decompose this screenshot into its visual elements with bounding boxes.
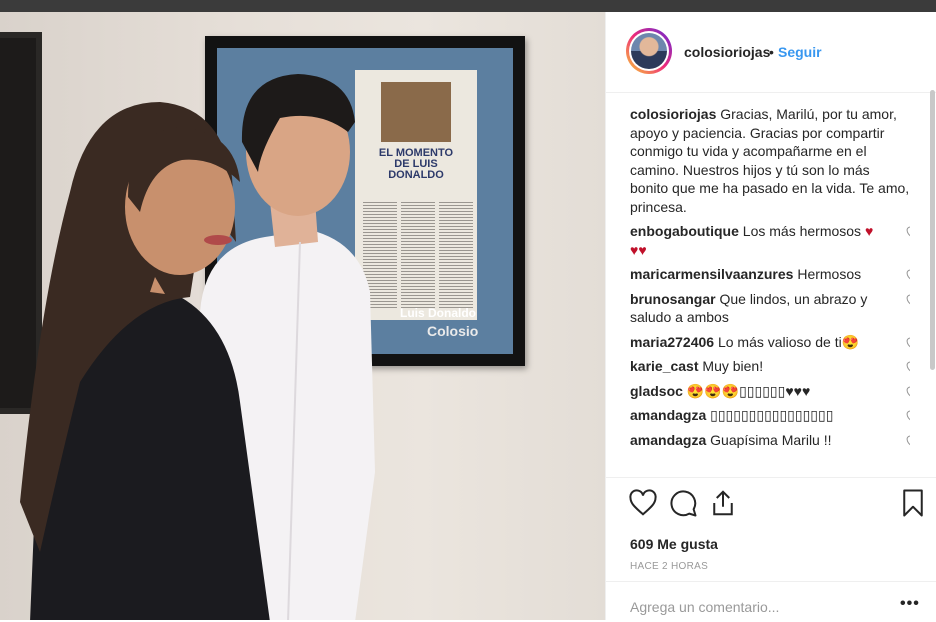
comment-username-link[interactable]: maricarmensilvaanzures [630,266,793,282]
comment-item: karie_cast Muy bien! [630,357,910,376]
comment-text: Guapísima Marilu !! [710,431,832,448]
comment-like-heart-icon[interactable] [906,269,910,283]
comment-like-heart-icon[interactable] [906,294,910,308]
comment-text: Muy bien! [702,358,764,374]
frame-sign-name: Luis Donaldo [400,306,476,320]
comments-list[interactable]: colosioriojas Gracias, Marilú, por tu am… [630,105,910,477]
comments-scrollbar[interactable] [930,90,935,370]
comment-item: maria272406 Lo más valioso de ti😍 [630,333,910,352]
more-options-icon[interactable]: ••• [900,595,920,613]
caption-text: Gracias, Marilú, por tu amor, apoyo y pa… [630,106,910,215]
comment-like-heart-icon[interactable] [906,337,910,351]
avatar-story-ring[interactable] [626,28,672,74]
avatar[interactable] [629,31,669,71]
post-photo[interactable]: EL MOMENTO DE LUIS DONALDO Luis Donaldo … [0,12,605,620]
comment-box: Agrega un comentario... ••• [606,581,936,622]
caption-username-link[interactable]: colosioriojas [630,106,716,122]
comment-item: gladsoc 😍😍😍▯▯▯▯▯▯♥♥♥ [630,382,910,401]
browser-top-bar [0,0,936,12]
post-side-panel: colosioriojas • Seguir colosioriojas Gra… [605,12,936,620]
comment-item: maricarmensilvaanzures Hermosos [630,265,910,284]
comment-like-heart-icon[interactable] [906,435,910,449]
comment-like-heart-icon[interactable] [906,226,910,240]
comment-username-link[interactable]: gladsoc [630,383,683,399]
comment-username-link[interactable]: karie_cast [630,358,699,374]
comment-item: amandagza ▯▯▯▯▯▯▯▯▯▯▯▯▯▯▯▯ [630,406,910,425]
comment-text: Hermosos [797,266,862,282]
post-header: colosioriojas • Seguir [606,12,936,93]
comment-item: enbogaboutique Los más hermosos ♥ ♥♥ [630,222,910,259]
caption: colosioriojas Gracias, Marilú, por tu am… [630,105,910,216]
header-separator: • [769,44,774,60]
bookmark-icon[interactable] [898,488,928,518]
post-actions: 609 Me gusta HACE 2 HORAS Agrega un come… [606,477,936,621]
heart-icon[interactable] [628,488,658,518]
comment-username-link[interactable]: maria272406 [630,334,714,350]
newspaper-column [439,200,473,310]
header-username-link[interactable]: colosioriojas [684,44,770,60]
comment-like-heart-icon[interactable] [906,361,910,375]
comment-username-link[interactable]: enbogaboutique [630,223,739,239]
frame-sign-surname: Colosio [427,323,479,339]
comment-item: amandagza Guapísima Marilu !! [630,431,910,450]
comment-username-link[interactable]: amandagza [630,432,706,448]
avatar-image [631,33,667,69]
comment-like-heart-icon[interactable] [906,386,910,400]
comment-text: ▯▯▯▯▯▯▯▯▯▯▯▯▯▯▯▯ [710,407,834,423]
post-timestamp[interactable]: HACE 2 HORAS [630,561,708,572]
comment-username-link[interactable]: amandagza [630,407,706,423]
woman-figure [20,102,270,620]
comment-text: Lo más valioso de ti😍 [717,333,860,350]
share-icon[interactable] [708,488,738,518]
comment-item: brunosangar Que lindos, un abrazo y salu… [630,290,910,327]
newspaper-column [401,200,435,310]
newspaper-photo [381,82,451,142]
comment-username-link[interactable]: brunosangar [630,291,716,307]
comment-text: 😍😍😍▯▯▯▯▯▯♥♥♥ [686,382,811,399]
comment-like-heart-icon[interactable] [906,410,910,424]
comment-icon[interactable] [668,488,698,518]
comment-input[interactable]: Agrega un comentario... [630,599,779,615]
likes-count[interactable]: 609 Me gusta [630,536,718,552]
follow-button[interactable]: Seguir [778,44,822,60]
